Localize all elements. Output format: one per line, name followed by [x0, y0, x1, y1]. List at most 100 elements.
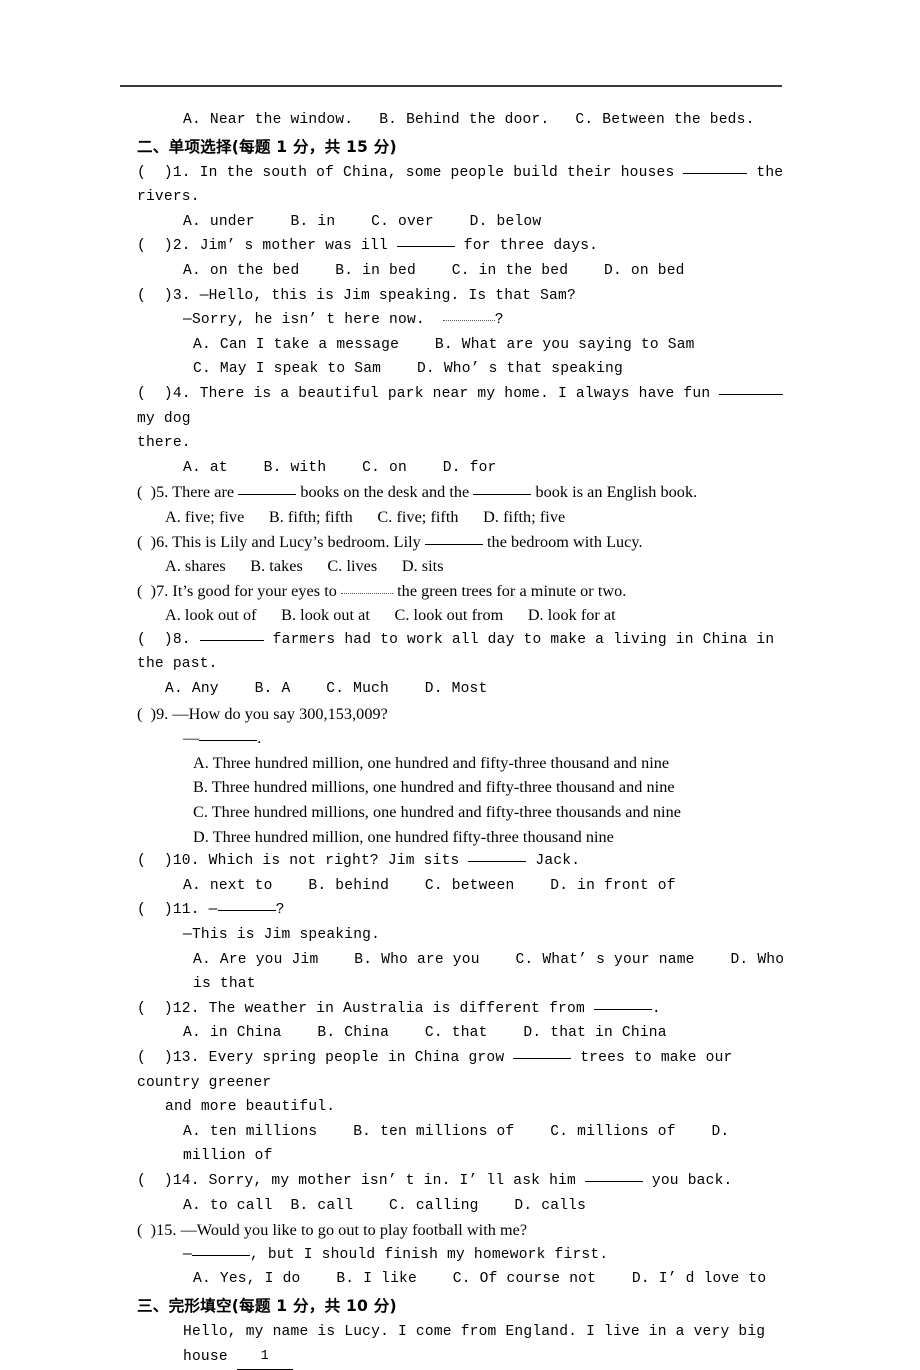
question-11-dialog-after: ?	[276, 902, 285, 918]
question-4-options[interactable]: A. at B. with C. on D. for	[137, 456, 785, 481]
carryover-options-line: A. Near the window.B. Behind the door.C.…	[137, 108, 785, 133]
question-15-reply-before: —	[183, 1247, 192, 1263]
question-8-blank[interactable]	[200, 628, 264, 641]
question-10-marker[interactable]: ( )10.	[137, 853, 200, 869]
question-13-stem-wrap: and more beautiful.	[137, 1095, 785, 1120]
question-11-dialog-line-2: —This is Jim speaking.	[137, 923, 785, 948]
question-9-option-d[interactable]: D. Three hundred million, one hundred fi…	[137, 825, 785, 850]
question-5-stem-mid: books on the desk and the	[296, 483, 473, 501]
question-1-options[interactable]: A. under B. in C. over D. below	[137, 210, 785, 235]
question-14-marker[interactable]: ( )14.	[137, 1173, 200, 1189]
question-3-blank[interactable]	[443, 308, 495, 321]
question-2-marker[interactable]: ( )2.	[137, 238, 191, 254]
question-10-blank[interactable]	[468, 849, 526, 862]
question-15-options[interactable]: A. Yes, I do B. I like C. Of course not …	[137, 1267, 785, 1292]
question-9-blank[interactable]	[199, 728, 257, 741]
question-15-dialog-line-2: — , but I should finish my homework first…	[137, 1243, 785, 1268]
question-6-stem-before: This is Lily and Lucy’s bedroom. Lily	[168, 533, 425, 551]
question-8-marker[interactable]: ( )8.	[137, 632, 191, 648]
question-5-stem-after: book is an English book.	[531, 483, 697, 501]
question-15-marker[interactable]: ( )15.	[137, 1221, 176, 1239]
question-12-stem-after: .	[652, 1001, 661, 1017]
question-7-stem-after: the green trees for a minute or two.	[393, 582, 626, 600]
section-heading-three: 三、完形填空(每题 1 分，共 10 分)	[137, 1294, 785, 1319]
cloze-passage-line-1: Hello, my name is Lucy. I come from Engl…	[137, 1320, 785, 1370]
question-5-options[interactable]: A. five; five B. fifth; fifth C. five; f…	[137, 505, 785, 530]
question-9-dialog-line-1: —How do you say 300,153,009?	[168, 705, 388, 723]
question-6-blank[interactable]	[425, 532, 483, 545]
question-7-marker[interactable]: ( )7.	[137, 582, 168, 600]
question-9-reply-before: —	[183, 729, 199, 747]
question-12-marker[interactable]: ( )12.	[137, 1001, 200, 1017]
question-8-options[interactable]: A. Any B. A C. Much D. Most	[137, 677, 785, 702]
question-11-dialog-before: —	[200, 902, 218, 918]
question-15-reply-after: , but I should finish my homework first.	[250, 1247, 608, 1263]
question-5-marker[interactable]: ( )5.	[137, 483, 168, 501]
question-10-stem: ( )10. Which is not right? Jim sits Jack…	[137, 849, 785, 874]
question-3-dialog-line-2: —Sorry, he isn’ t here now. ?	[137, 308, 785, 333]
question-3-marker[interactable]: ( )3.	[137, 288, 191, 304]
question-3-reply-after: ?	[495, 312, 504, 328]
question-3-stem: ( )3. —Hello, this is Jim speaking. Is t…	[137, 284, 785, 309]
question-12-blank[interactable]	[594, 997, 652, 1010]
question-5-stem-before: There are	[168, 483, 238, 501]
exam-content: A. Near the window.B. Behind the door.C.…	[137, 108, 785, 1370]
question-2-stem-after: for three days.	[455, 238, 598, 254]
question-6-marker[interactable]: ( )6.	[137, 533, 168, 551]
question-11-options[interactable]: A. Are you Jim B. Who are you C. What’ s…	[137, 948, 785, 997]
question-9-dialog-line-2: —.	[137, 726, 785, 751]
exam-page: A. Near the window.B. Behind the door.C.…	[0, 0, 920, 1302]
question-4-blank[interactable]	[719, 382, 783, 395]
question-5-blank-2[interactable]	[473, 482, 531, 495]
question-4-stem-wrap: there.	[137, 431, 785, 456]
question-14-stem-after: you back.	[643, 1173, 733, 1189]
question-4-marker[interactable]: ( )4.	[137, 386, 191, 402]
question-14-blank[interactable]	[585, 1169, 643, 1182]
question-4-stem-before: There is a beautiful park near my home. …	[191, 386, 720, 402]
question-7-options[interactable]: A. look out of B. look out at C. look ou…	[137, 603, 785, 628]
question-6-stem: ( )6. This is Lily and Lucy’s bedroom. L…	[137, 530, 785, 555]
carryover-option-a: A. Near the window.	[183, 112, 353, 128]
question-4-stem: ( )4. There is a beautiful park near my …	[137, 382, 785, 431]
question-9-marker[interactable]: ( )9.	[137, 705, 168, 723]
question-8-stem-before	[191, 632, 200, 648]
question-5-blank-1[interactable]	[238, 482, 296, 495]
question-13-blank[interactable]	[513, 1046, 571, 1059]
question-13-marker[interactable]: ( )13.	[137, 1050, 200, 1066]
question-7-blank[interactable]	[341, 581, 393, 594]
question-11-blank[interactable]	[218, 898, 276, 911]
question-2-blank[interactable]	[397, 234, 455, 247]
question-6-stem-after: the bedroom with Lucy.	[483, 533, 643, 551]
question-9-option-c[interactable]: C. Three hundred millions, one hundred a…	[137, 800, 785, 825]
question-7-stem: ( )7. It’s good for your eyes to the gre…	[137, 579, 785, 604]
question-15-stem: ( )15. —Would you like to go out to play…	[137, 1218, 785, 1243]
question-2-options[interactable]: A. on the bed B. in bed C. in the bed D.…	[137, 259, 785, 284]
question-12-options[interactable]: A. in China B. China C. that D. that in …	[137, 1021, 785, 1046]
question-3-reply-before: —Sorry, he isn’ t here now.	[183, 312, 443, 328]
question-3-options-row-2[interactable]: C. May I speak to Sam D. Who’ s that spe…	[137, 357, 785, 382]
question-9-option-b[interactable]: B. Three hundred millions, one hundred a…	[137, 775, 785, 800]
question-15-dialog-line-1: —Would you like to go out to play footba…	[176, 1221, 527, 1239]
question-2-stem: ( )2. Jim’ s mother was ill for three da…	[137, 234, 785, 259]
question-11-marker[interactable]: ( )11.	[137, 902, 200, 918]
question-3-options-row-1[interactable]: A. Can I take a message B. What are you …	[137, 333, 785, 358]
question-9-stem: ( )9. —How do you say 300,153,009?	[137, 702, 785, 727]
question-13-options[interactable]: A. ten millions B. ten millions of C. mi…	[137, 1120, 785, 1169]
question-6-options[interactable]: A. shares B. takes C. lives D. sits	[137, 554, 785, 579]
question-3-dialog-line-1: —Hello, this is Jim speaking. Is that Sa…	[191, 288, 576, 304]
question-14-options[interactable]: A. to call B. call C. calling D. calls	[137, 1194, 785, 1219]
question-1-stem-before: In the south of China, some people build…	[191, 165, 684, 181]
question-1-blank[interactable]	[683, 161, 747, 174]
question-9-reply-after: .	[257, 729, 261, 747]
question-10-options[interactable]: A. next to B. behind C. between D. in fr…	[137, 874, 785, 899]
question-12-stem-before: The weather in Australia is different fr…	[200, 1001, 594, 1017]
question-5-stem: ( )5. There are books on the desk and th…	[137, 480, 785, 505]
question-1-marker[interactable]: ( )1.	[137, 165, 191, 181]
question-15-blank[interactable]	[192, 1243, 250, 1256]
question-13-stem: ( )13. Every spring people in China grow…	[137, 1046, 785, 1095]
question-9-option-a[interactable]: A. Three hundred million, one hundred an…	[137, 751, 785, 776]
section-heading-two: 二、单项选择(每题 1 分，共 15 分)	[137, 135, 785, 160]
header-divider-rule	[120, 85, 782, 87]
cloze-blank-1[interactable]: 1	[237, 1345, 293, 1370]
question-12-stem: ( )12. The weather in Australia is diffe…	[137, 997, 785, 1022]
